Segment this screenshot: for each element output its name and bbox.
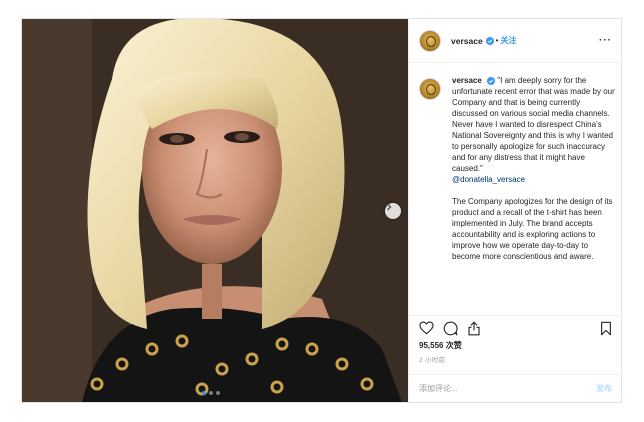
post-comment-button[interactable]: 发布: [596, 383, 612, 394]
caption-text: versace "I am deeply sorry for the unfor…: [452, 75, 616, 262]
carousel-dot: [216, 391, 220, 395]
action-icons: [409, 316, 622, 340]
caption: versace "I am deeply sorry for the unfor…: [409, 75, 622, 307]
portrait-image: [22, 19, 408, 402]
post-timestamp[interactable]: 2 小时前: [409, 354, 622, 364]
comment-input[interactable]: [419, 384, 596, 393]
comment-bar: 发布: [409, 374, 622, 402]
instagram-post: versace • 关注 ··· versace "I am deeply so…: [21, 18, 622, 403]
share-icon: [468, 320, 480, 335]
heart-icon: [419, 321, 434, 335]
post-photo[interactable]: [22, 19, 408, 402]
mention-link[interactable]: @donatella_versace: [452, 175, 525, 184]
caption-quote: "I am deeply sorry for the unfortunate r…: [452, 76, 615, 173]
comment-button[interactable]: [443, 321, 458, 336]
post-header: versace • 关注 ···: [409, 19, 622, 63]
comment-icon: [443, 321, 458, 335]
carousel-dot: [202, 391, 206, 395]
like-button[interactable]: [419, 321, 434, 335]
avatar[interactable]: [419, 78, 441, 100]
avatar[interactable]: [419, 29, 441, 52]
verified-badge-icon: [485, 36, 494, 45]
more-options-button[interactable]: ···: [599, 35, 612, 46]
carousel-dot: [209, 391, 213, 395]
save-button[interactable]: [600, 321, 612, 336]
post-actions: 95,556 次赞 2 小时前: [409, 315, 622, 364]
caption-username[interactable]: versace: [452, 76, 482, 85]
caption-paragraph: The Company apologizes for the design of…: [452, 197, 613, 261]
like-count[interactable]: 95,556 次赞: [409, 340, 622, 351]
post-sidebar: versace • 关注 ··· versace "I am deeply so…: [408, 19, 622, 402]
header-separator: •: [495, 36, 499, 45]
carousel-indicator: [202, 391, 220, 395]
verified-badge-icon: [487, 77, 496, 85]
bookmark-icon: [601, 321, 611, 335]
next-slide-button[interactable]: [385, 203, 401, 219]
chevron-right-icon: [387, 203, 392, 211]
header-username[interactable]: versace: [451, 36, 483, 46]
follow-button[interactable]: 关注: [500, 35, 516, 46]
share-button[interactable]: [467, 320, 481, 336]
